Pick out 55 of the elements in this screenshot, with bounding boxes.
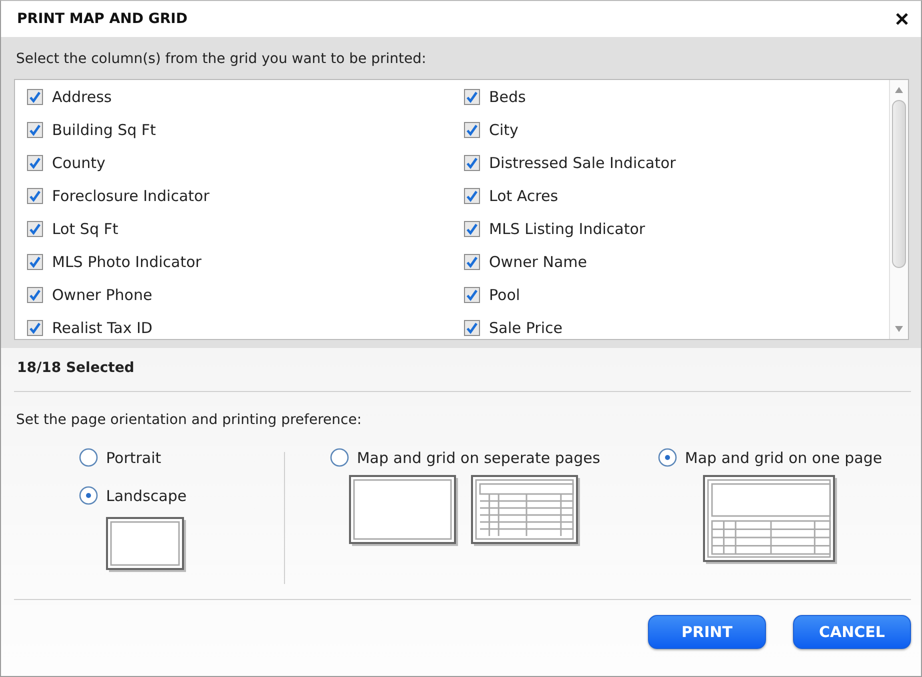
- close-icon[interactable]: [895, 12, 909, 26]
- scroll-up-icon[interactable]: [893, 85, 905, 95]
- checkbox-label[interactable]: County: [52, 154, 106, 172]
- radio-label[interactable]: Map and grid on seperate pages: [356, 448, 600, 466]
- radio-button[interactable]: [79, 486, 98, 505]
- radio-label[interactable]: Portrait: [106, 448, 162, 466]
- checkbox[interactable]: [464, 188, 480, 204]
- checkbox[interactable]: [464, 122, 480, 138]
- instruction-text: Set the page orientation and printing preference:: [15, 411, 363, 430]
- checkbox-label[interactable]: MLS Listing Indicator: [489, 220, 646, 238]
- checkbox-label[interactable]: Lot Acres: [489, 186, 558, 204]
- radio-button[interactable]: [658, 448, 677, 467]
- checkbox[interactable]: [27, 320, 43, 336]
- dialog-title: PRINT MAP AND GRID: [17, 11, 188, 27]
- scrollbar[interactable]: [889, 80, 908, 339]
- grid-page-icon: [471, 475, 581, 547]
- checkbox-label[interactable]: Owner Phone: [52, 286, 152, 304]
- checkbox-label[interactable]: Beds: [489, 88, 526, 106]
- checkbox[interactable]: [27, 286, 43, 302]
- checkbox[interactable]: [464, 320, 480, 336]
- dialog-button[interactable]: CANCEL: [793, 615, 911, 649]
- checkbox-label[interactable]: Building Sq Ft: [52, 120, 156, 138]
- checkbox-label[interactable]: City: [489, 120, 518, 138]
- checkbox[interactable]: [464, 154, 480, 170]
- checkbox-label[interactable]: Distressed Sale Indicator: [489, 154, 676, 172]
- checkbox-label[interactable]: Owner Name: [489, 252, 587, 270]
- scroll-down-icon[interactable]: [893, 324, 905, 334]
- radio-button[interactable]: [330, 448, 349, 467]
- radio-button[interactable]: [79, 448, 98, 467]
- scrollbar-thumb[interactable]: [892, 100, 906, 268]
- page-preview-icon: [106, 517, 187, 573]
- checkbox-label[interactable]: Pool: [489, 286, 520, 304]
- checkbox[interactable]: [27, 188, 43, 204]
- map-and-grid-page-icon: [702, 475, 838, 565]
- checkbox[interactable]: [464, 220, 480, 236]
- radio-label[interactable]: Map and grid on one page: [684, 448, 882, 466]
- checkbox-label[interactable]: Lot Sq Ft: [52, 220, 118, 238]
- checkbox-label[interactable]: Foreclosure Indicator: [52, 186, 210, 204]
- selection-count: 18/18 Selected: [16, 359, 136, 378]
- radio-label[interactable]: Landscape: [106, 486, 187, 504]
- checkbox[interactable]: [27, 154, 43, 170]
- checkbox-label[interactable]: Address: [52, 88, 112, 106]
- checkbox[interactable]: [464, 286, 480, 302]
- checkbox[interactable]: [27, 88, 43, 104]
- checkbox[interactable]: [27, 122, 43, 138]
- checkbox-label[interactable]: MLS Photo Indicator: [52, 252, 202, 270]
- dialog-button[interactable]: PRINT: [648, 615, 766, 649]
- checkbox[interactable]: [464, 254, 480, 270]
- checkbox[interactable]: [464, 88, 480, 104]
- instruction-text: Select the column(s) from the grid you want to be printed:: [15, 50, 428, 69]
- checkbox[interactable]: [27, 254, 43, 270]
- checkbox-label[interactable]: Realist Tax ID: [52, 318, 152, 336]
- checkbox[interactable]: [27, 220, 43, 236]
- checkbox-label[interactable]: Sale Price: [489, 318, 562, 336]
- map-page-icon: [349, 475, 459, 547]
